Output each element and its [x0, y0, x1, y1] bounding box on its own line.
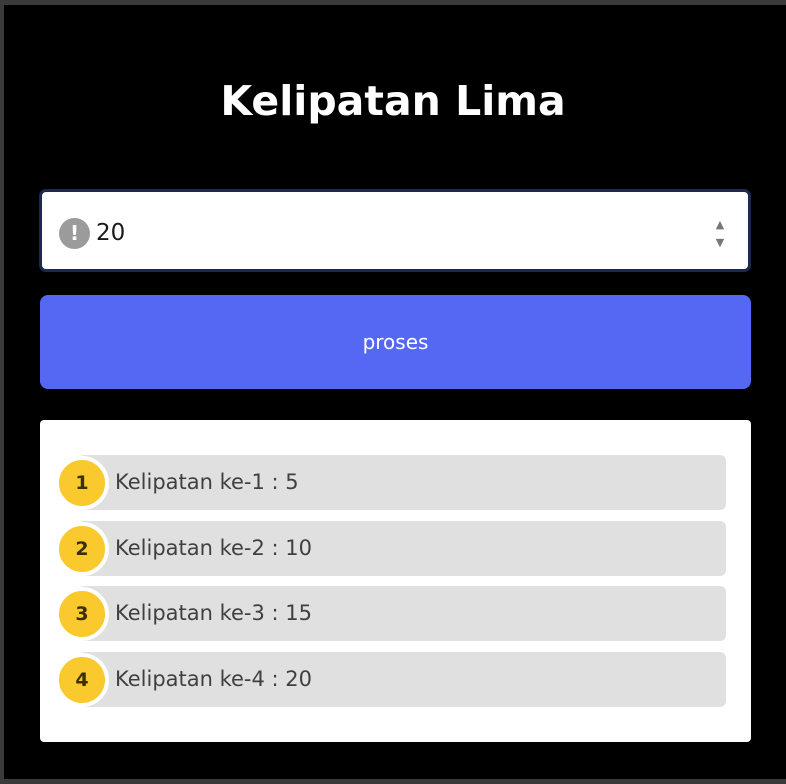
list-item-text: Kelipatan ke-1 : 5	[115, 470, 299, 494]
list-item-bar: Kelipatan ke-1 : 5	[78, 455, 726, 510]
list-item-number-badge: 2	[55, 522, 109, 576]
number-input[interactable]	[96, 216, 656, 250]
page-title: Kelipatan Lima	[220, 77, 566, 125]
list-item-bar: Kelipatan ke-4 : 20	[78, 652, 726, 707]
list-item: Kelipatan ke-4 : 20 4	[55, 652, 726, 707]
list-item-text: Kelipatan ke-2 : 10	[115, 536, 313, 560]
list-item-bar: Kelipatan ke-2 : 10	[78, 521, 726, 576]
list-item: Kelipatan ke-1 : 5 1	[55, 455, 726, 510]
list-item-text: Kelipatan ke-4 : 20	[115, 667, 313, 691]
spinner-up-icon[interactable]: ▲	[712, 218, 728, 232]
result-list: Kelipatan ke-1 : 5 1 Kelipatan ke-2 : 10…	[40, 420, 751, 742]
list-item-bar: Kelipatan ke-3 : 15	[78, 586, 726, 641]
list-item-number-badge: 4	[55, 653, 109, 707]
list-item-number-badge: 3	[55, 587, 109, 641]
list-item: Kelipatan ke-2 : 10 2	[55, 521, 726, 576]
proses-button[interactable]: proses	[40, 295, 751, 389]
spinner-down-icon[interactable]: ▼	[712, 236, 728, 250]
number-input-field[interactable]: ! ▲ ▼	[39, 189, 751, 272]
number-spinner[interactable]: ▲ ▼	[712, 218, 728, 250]
list-item: Kelipatan ke-3 : 15 3	[55, 586, 726, 641]
warning-icon: !	[59, 218, 90, 249]
list-item-number-badge: 1	[55, 456, 109, 510]
list-item-text: Kelipatan ke-3 : 15	[115, 601, 313, 625]
